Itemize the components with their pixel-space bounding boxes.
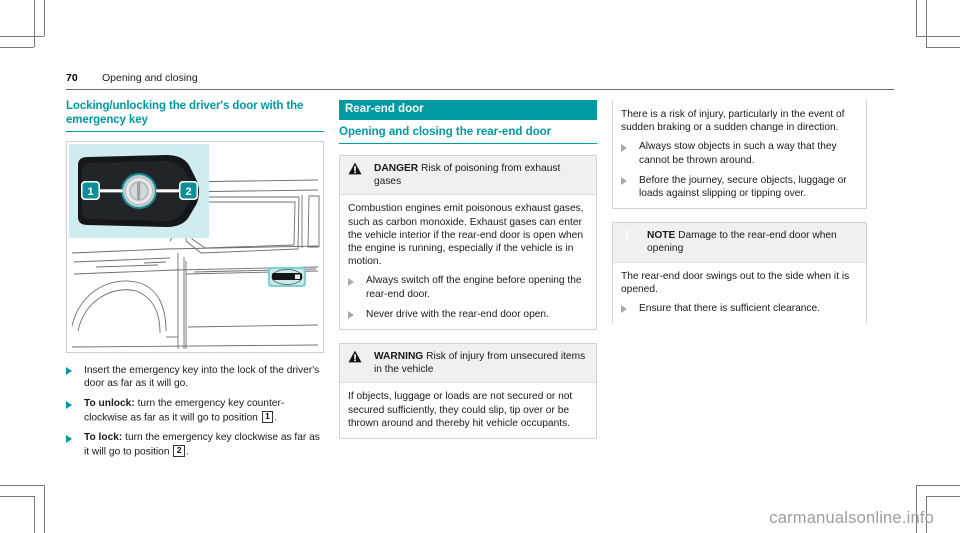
danger-box-title: DANGER Risk of poisoning from exhaust ga… (374, 162, 588, 188)
page-number: 70 (66, 72, 78, 84)
figure-callout-2: 2 (179, 181, 198, 200)
note-label: NOTE (647, 230, 676, 242)
note-box-body: The rear-end door swings out to the side… (613, 263, 866, 324)
note-title-text: Damage to the rear-end door when opening (647, 230, 837, 255)
list-item-lead: To unlock: (84, 398, 135, 410)
bullet-arrow-icon (66, 434, 72, 443)
danger-box-header: DANGER Risk of poisoning from exhaust ga… (340, 156, 596, 196)
page-running-header: 70 Opening and closing (66, 72, 894, 92)
warning-triangle-icon (348, 350, 362, 363)
warning-label: WARNING (374, 351, 424, 363)
note-box-title: NOTE Damage to the rear-end door when op… (647, 229, 858, 255)
warning-triangle-icon (348, 162, 362, 175)
list-item-text: Insert the emergency key into the lock o… (84, 365, 320, 390)
danger-admonition-box: DANGER Risk of poisoning from exhaust ga… (339, 155, 597, 331)
svg-text:1: 1 (87, 186, 93, 198)
col1-instruction-list: Insert the emergency key into the lock o… (66, 364, 324, 458)
driver-door-lock-cylinder-illustration: 1 2 (66, 141, 324, 353)
list-item-text: Never drive with the rear-end door open. (366, 308, 549, 320)
bullet-arrow-icon (348, 277, 354, 286)
list-item-text: Ensure that there is sufficient clearanc… (639, 303, 821, 315)
list-item: To lock: turn the emergency key clockwis… (66, 431, 324, 458)
column-left: Locking/unlocking the driver's door with… (66, 100, 324, 458)
warning-continuation-list: Always stow objects in such a way that t… (621, 140, 858, 200)
note-box-paragraph: The rear-end door swings out to the side… (621, 270, 850, 295)
warning-continuation-paragraph: There is a risk of injury, particularly … (621, 109, 845, 134)
list-item-text: Always switch off the engine before open… (366, 275, 582, 300)
warning-box-paragraph: If objects, luggage or loads are not sec… (348, 391, 573, 429)
list-item-tail: . (274, 412, 278, 424)
bullet-arrow-icon (621, 143, 627, 152)
section-heading-emergency-key: Locking/unlocking the driver's door with… (66, 100, 324, 132)
warning-box-header: WARNING Risk of injury from unsecured it… (340, 344, 596, 384)
list-item: Never drive with the rear-end door open. (348, 308, 588, 321)
chapter-title: Opening and closing (102, 72, 198, 84)
column-middle: Rear-end door Opening and closing the re… (339, 100, 597, 452)
position-marker: 1 (261, 410, 274, 423)
note-box-list: Ensure that there is sufficient clearanc… (621, 302, 858, 315)
svg-text:2: 2 (185, 186, 191, 198)
warning-continuation-body: There is a risk of injury, particularly … (613, 100, 866, 208)
bullet-arrow-icon (621, 177, 627, 185)
bullet-arrow-icon (66, 367, 72, 376)
danger-label: DANGER (374, 163, 419, 174)
header-rule (66, 89, 894, 90)
note-admonition-box: NOTE Damage to the rear-end door when op… (612, 222, 867, 324)
subsection-heading-opening-closing: Opening and closing the rear-end door (339, 120, 597, 144)
list-item: Always switch off the engine before open… (348, 274, 588, 300)
list-item: Always stow objects in such a way that t… (621, 140, 858, 166)
warning-box-title: WARNING Risk of injury from unsecured it… (374, 350, 588, 376)
crop-mark-top-right (900, 0, 960, 60)
bullet-arrow-icon (348, 311, 354, 320)
list-item-text: Before the journey, secure objects, lugg… (639, 174, 847, 200)
column-right: There is a risk of injury, particularly … (612, 100, 867, 336)
list-item: To unlock: turn the emergency key counte… (66, 397, 324, 424)
figure-door-handle-highlight (268, 267, 306, 287)
list-item: Ensure that there is sufficient clearanc… (621, 302, 858, 315)
bullet-arrow-icon (621, 305, 627, 314)
list-item-text: Always stow objects in such a way that t… (639, 141, 837, 166)
danger-box-list: Always switch off the engine before open… (348, 274, 588, 321)
list-item: Insert the emergency key into the lock o… (66, 364, 324, 390)
note-exclamation-icon (621, 229, 635, 242)
section-band-rear-end-door: Rear-end door (339, 100, 597, 120)
note-dot (625, 237, 628, 240)
warning-box-body: If objects, luggage or loads are not sec… (340, 383, 596, 438)
danger-box-body: Combustion engines emit poisonous exhaus… (340, 195, 596, 329)
list-item: Before the journey, secure objects, lugg… (621, 174, 858, 200)
position-marker: 2 (173, 444, 186, 457)
figure-callout-1: 1 (81, 181, 100, 200)
list-item-lead: To lock: (84, 432, 123, 444)
warning-continuation-box: There is a risk of injury, particularly … (612, 100, 867, 210)
bullet-arrow-icon (66, 400, 72, 409)
list-item-tail: . (186, 446, 189, 458)
warning-admonition-box: WARNING Risk of injury from unsecured it… (339, 343, 597, 440)
note-bar (625, 231, 628, 237)
site-watermark: carmanualsonline.info (769, 509, 934, 527)
crop-mark-top-left (0, 0, 60, 60)
danger-box-paragraph: Combustion engines emit poisonous exhaus… (348, 203, 584, 268)
note-box-header: NOTE Damage to the rear-end door when op… (613, 223, 866, 263)
